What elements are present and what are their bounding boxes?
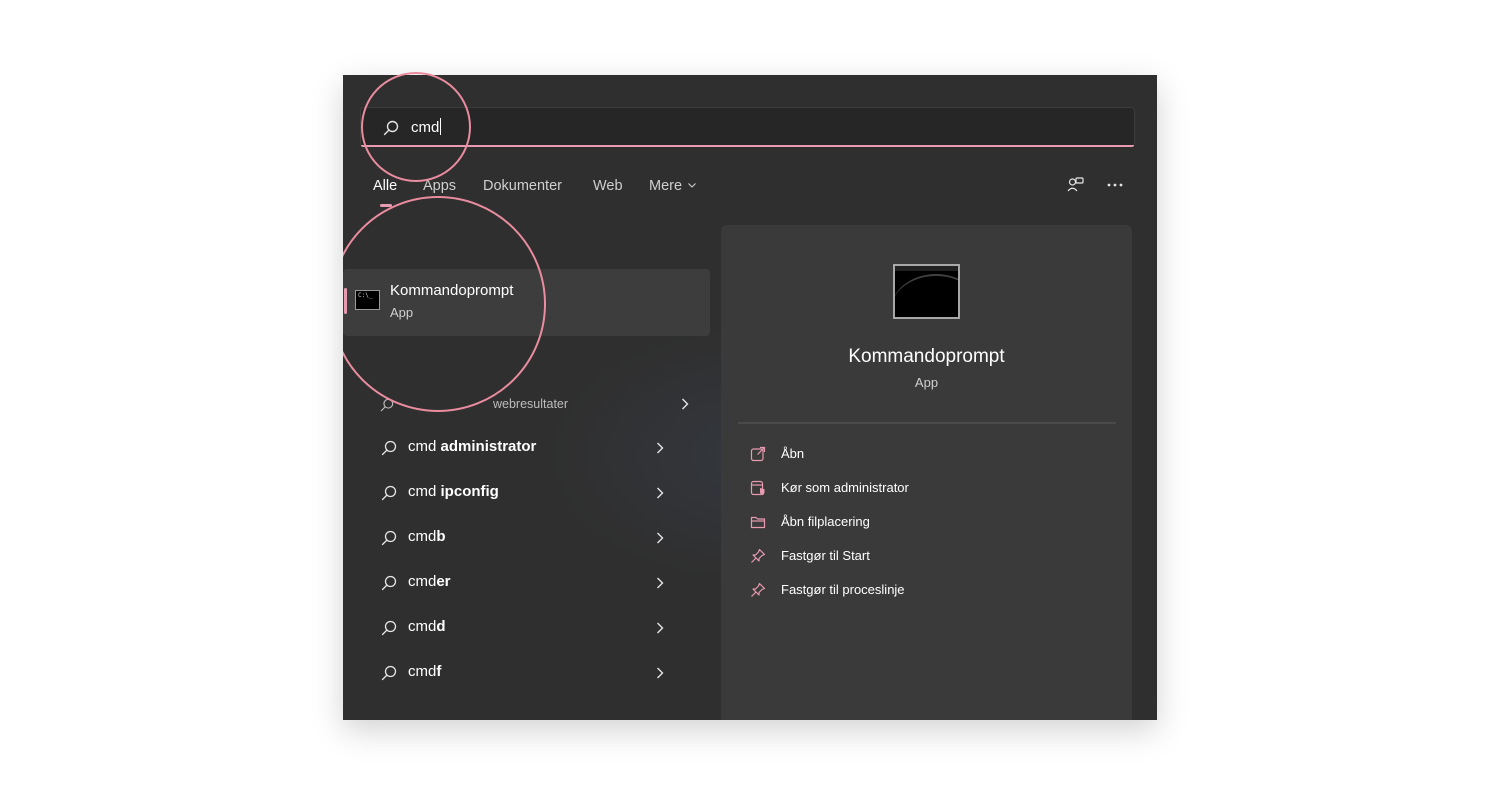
command-prompt-icon — [893, 264, 960, 319]
chevron-right-icon[interactable] — [655, 621, 665, 635]
chevron-right-icon[interactable] — [655, 666, 665, 680]
chevron-down-icon — [688, 183, 696, 188]
suggestion-item[interactable]: cmdd — [379, 616, 693, 640]
suggestion-label: cmdf — [408, 663, 442, 680]
active-tab-indicator — [380, 204, 392, 207]
more-options-icon[interactable] — [1105, 175, 1125, 195]
open-external-icon — [750, 446, 766, 462]
preview-type: App — [914, 375, 939, 390]
chevron-right-icon[interactable] — [655, 486, 665, 500]
pin-icon — [751, 582, 766, 597]
search-icon — [381, 530, 397, 546]
tab-alle[interactable]: Alle — [373, 178, 397, 194]
suggestion-label: cmdb — [408, 528, 446, 545]
icon-titlebar — [895, 266, 958, 271]
search-icon — [381, 485, 397, 501]
action-label: Åbn filplacering — [781, 514, 870, 529]
suggestion-item[interactable]: cmder — [379, 571, 693, 595]
search-icon — [381, 665, 397, 681]
icon-gleam — [895, 274, 958, 317]
action-label: Kør som administrator — [781, 480, 909, 495]
search-icon — [381, 440, 397, 456]
chevron-right-icon[interactable] — [680, 397, 690, 411]
chevron-right-icon[interactable] — [655, 576, 665, 590]
suggestion-item[interactable]: cmd administrator — [379, 436, 693, 460]
suggestion-label: cmd administrator — [408, 438, 537, 455]
best-match-result[interactable]: C:\_ Kommandoprompt App — [343, 269, 710, 336]
folder-icon — [750, 516, 766, 529]
icon-caption: C:\_ — [358, 292, 373, 299]
search-icon — [383, 120, 399, 136]
run-as-admin-icon — [750, 480, 765, 496]
tab-dokumenter[interactable]: Dokumenter — [483, 178, 562, 194]
suggestion-item[interactable]: cmdf — [379, 661, 693, 685]
tab-apps[interactable]: Apps — [423, 178, 456, 194]
tab-mere-label: Mere — [649, 178, 683, 194]
web-results-header: webresultater — [493, 397, 569, 411]
account-switch-icon[interactable] — [1066, 175, 1086, 195]
suggestion-item[interactable]: cmdb — [379, 526, 693, 550]
selection-indicator — [344, 288, 347, 314]
search-input[interactable]: cmd — [360, 107, 1135, 147]
suggestion-label: cmdd — [408, 618, 446, 635]
best-match-type: App — [390, 305, 414, 320]
tab-web[interactable]: Web — [593, 178, 623, 194]
pin-icon — [751, 548, 766, 563]
search-panel: cmd Alle Apps Dokumenter Web Mere C:\_ K… — [343, 75, 1157, 720]
chevron-right-icon[interactable] — [655, 531, 665, 545]
best-match-title: Kommandoprompt — [390, 282, 514, 299]
search-icon — [381, 575, 397, 591]
text-caret — [440, 118, 442, 135]
suggestion-label: cmder — [408, 573, 451, 590]
search-icon — [381, 620, 397, 636]
chevron-right-icon[interactable] — [655, 441, 665, 455]
action-label: Fastgør til Start — [781, 548, 870, 563]
suggestion-label: cmd ipconfig — [408, 483, 499, 500]
search-icon — [380, 398, 394, 412]
action-label: Fastgør til proceslinje — [781, 582, 905, 597]
suggestion-item[interactable]: cmd ipconfig — [379, 481, 693, 505]
preview-title: Kommandoprompt — [848, 346, 1005, 367]
action-label: Åbn — [781, 446, 805, 461]
search-query: cmd — [411, 118, 442, 136]
command-prompt-icon: C:\_ — [355, 290, 380, 310]
divider — [738, 422, 1116, 424]
tab-mere[interactable]: Mere — [649, 178, 696, 194]
preview-pane: Kommandoprompt App Åbn Kør som administr… — [721, 225, 1132, 720]
